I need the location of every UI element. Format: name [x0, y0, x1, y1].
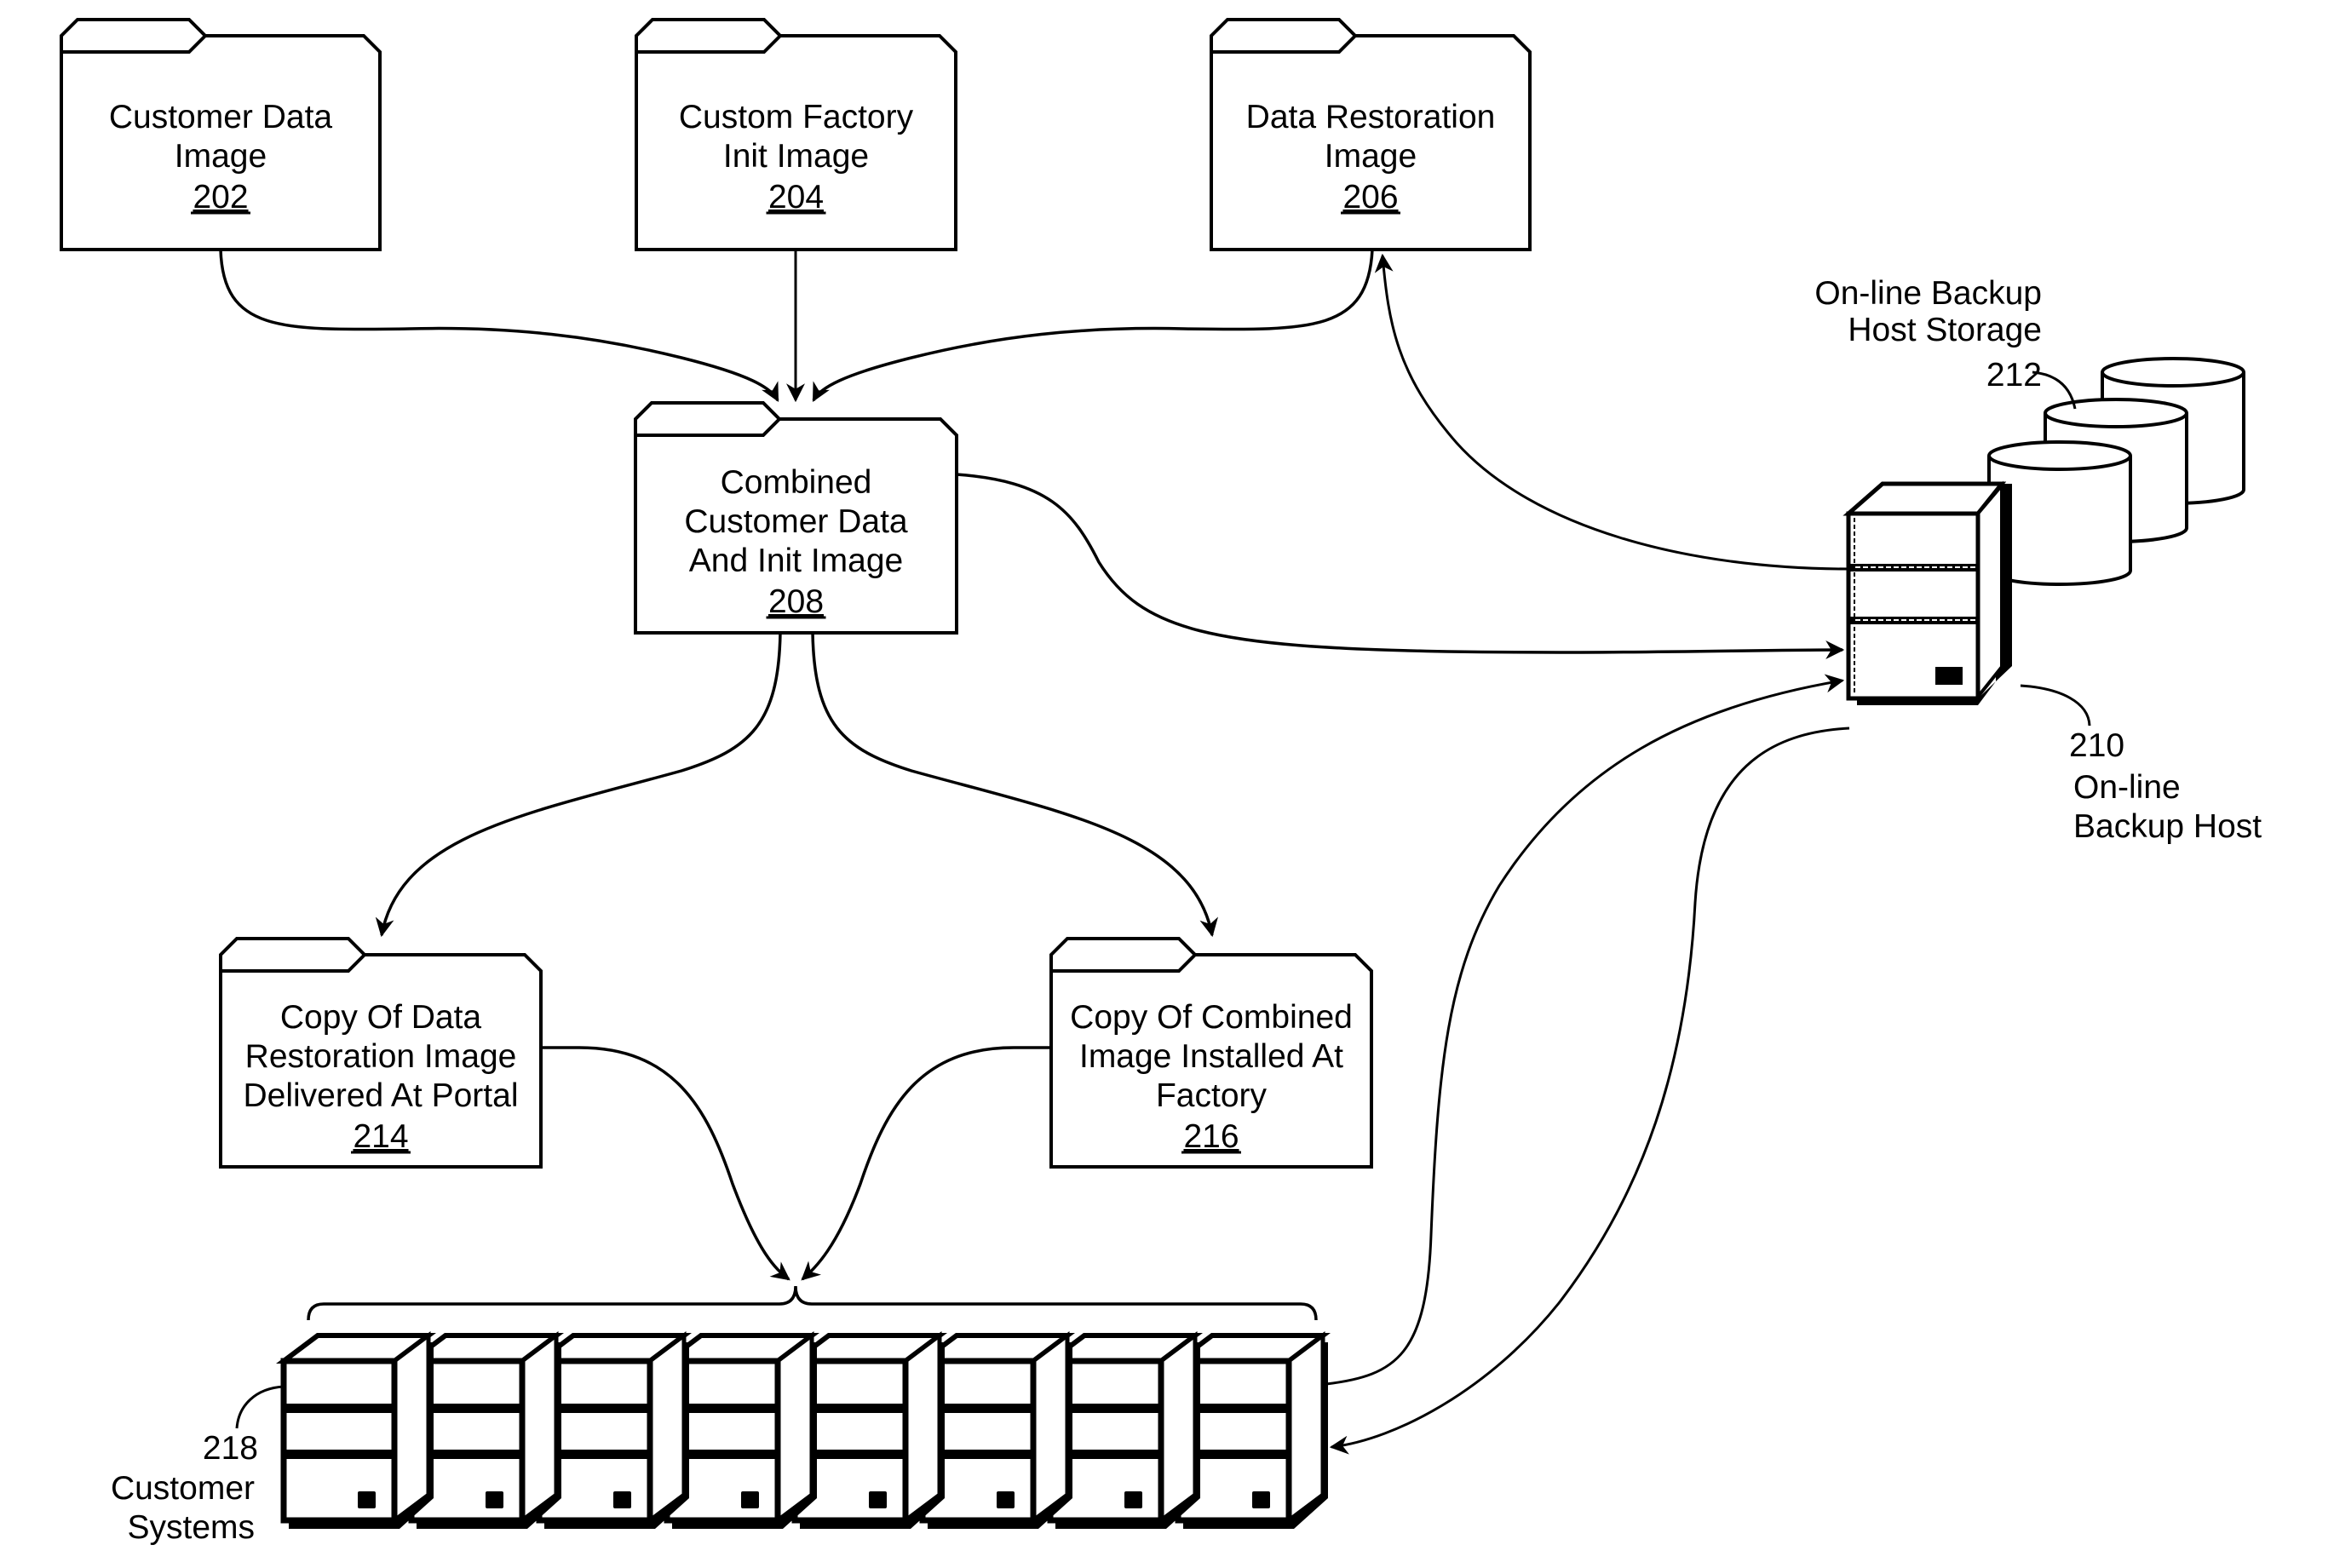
server-status-light — [1935, 667, 1963, 685]
connector-206-to-208 — [812, 249, 1374, 402]
customer-system[interactable] — [404, 1331, 564, 1529]
system-status-light — [358, 1491, 376, 1508]
folder-214-title-line: Copy Of Data — [280, 999, 482, 1036]
host-label-line-1: On-line — [2073, 769, 2181, 806]
customer-system[interactable] — [659, 1331, 819, 1529]
system-side-face — [520, 1331, 559, 1525]
customer-system[interactable] — [276, 1331, 436, 1529]
cylinder-top — [1987, 440, 2132, 471]
system-status-light — [1252, 1491, 1270, 1508]
customer-systems-label-line-2: Systems — [127, 1509, 255, 1546]
folder-206-title-line: Data Restoration — [1246, 99, 1496, 135]
folder-206-title-line: Image — [1325, 138, 1417, 175]
system-status-light — [869, 1491, 887, 1508]
system-side-face — [647, 1331, 687, 1525]
server-side-face — [1976, 480, 2003, 702]
diagram-canvas: Customer DataImage202Custom FactoryInit … — [60, 18, 2262, 1546]
server-top-face — [1842, 481, 2007, 516]
folder-208-ref-number: 208 — [768, 583, 824, 620]
system-side-face — [1031, 1331, 1070, 1525]
connections — [219, 249, 1850, 1455]
customer-systems-ref-number: 218 — [203, 1430, 258, 1467]
system-side-face — [903, 1331, 942, 1525]
folder-214-title-line: Delivered At Portal — [244, 1077, 519, 1114]
connector-208-to-214 — [375, 632, 782, 938]
folder-216-title-line: Copy Of Combined — [1070, 999, 1353, 1036]
leader-218 — [235, 1385, 285, 1429]
connector-216-to-218 — [801, 1046, 1051, 1281]
system-bay-divider — [284, 1450, 394, 1459]
connector-218-to-210 — [1325, 674, 1845, 1386]
leader-210 — [2020, 684, 2091, 727]
system-status-light — [1124, 1491, 1142, 1508]
storage-label-line-2: Host Storage — [1848, 312, 2042, 348]
folder-214-title-line: Restoration Image — [245, 1038, 517, 1075]
system-status-light — [997, 1491, 1015, 1508]
customer-systems-brace — [307, 1285, 1318, 1321]
folder-206-ref-number: 206 — [1342, 179, 1398, 215]
folder-204-title-line: Init Image — [723, 138, 869, 175]
system-side-face — [1158, 1331, 1198, 1525]
customer-system[interactable] — [787, 1331, 947, 1529]
folder-216-title-line: Image Installed At — [1079, 1038, 1343, 1075]
cylinder-top — [2101, 357, 2245, 388]
cylinder-top — [2044, 398, 2188, 428]
host-ref-number: 210 — [2069, 727, 2124, 764]
system-status-light — [486, 1491, 503, 1508]
folder-216-title-line: Factory — [1156, 1077, 1268, 1114]
folder-216-ref-number: 216 — [1183, 1118, 1239, 1155]
folder-204-title-line: Custom Factory — [679, 99, 914, 135]
folder-202-title-line: Customer Data — [109, 99, 333, 135]
customer-system[interactable] — [1043, 1331, 1203, 1529]
connector-210-to-218 — [1329, 727, 1850, 1455]
folder-204[interactable]: Custom FactoryInit Image 204 — [635, 18, 957, 251]
folder-214-ref-number: 214 — [353, 1118, 408, 1155]
system-status-light — [613, 1491, 631, 1508]
connector-208-to-216 — [811, 632, 1218, 938]
customer-systems-label: 218 Customer Systems — [111, 1430, 258, 1546]
customer-system[interactable] — [532, 1331, 692, 1529]
folder-206[interactable]: Data RestorationImage 206 — [1210, 18, 1532, 251]
folder-202-title-line: Image — [175, 138, 267, 175]
folder-group: Customer DataImage202Custom FactoryInit … — [60, 18, 1532, 1169]
connector-214-to-218 — [541, 1046, 790, 1281]
folder-208-title-line: Combined — [721, 464, 872, 501]
system-side-face — [1286, 1331, 1325, 1525]
customer-system[interactable] — [915, 1331, 1075, 1529]
folder-204-ref-number: 204 — [768, 179, 824, 215]
host-label-line-2: Backup Host — [2073, 808, 2262, 845]
customer-systems-label-line-1: Customer — [111, 1470, 255, 1507]
folder-202[interactable]: Customer DataImage 202 — [60, 18, 382, 251]
backup-host-server[interactable] — [1842, 480, 2012, 705]
customer-system[interactable] — [1170, 1331, 1331, 1529]
storage-ref-number: 212 — [1986, 357, 2042, 393]
system-side-face — [775, 1331, 814, 1525]
system-status-light — [741, 1491, 759, 1508]
connector-210-to-206 — [1374, 253, 1850, 571]
connector-202-to-208 — [219, 249, 779, 402]
system-bay-divider — [284, 1404, 394, 1413]
system-front-face — [280, 1358, 398, 1524]
folder-208-title-line: Customer Data — [684, 503, 908, 540]
storage-label: On-line Backup Host Storage 212 — [1814, 275, 2042, 393]
folder-208[interactable]: CombinedCustomer DataAnd Init Image 208 — [634, 401, 958, 635]
connector-208-to-210 — [956, 473, 1845, 660]
storage-label-line-1: On-line Backup — [1814, 275, 2042, 312]
folder-216[interactable]: Copy Of CombinedImage Installed AtFactor… — [1049, 937, 1373, 1169]
host-label: 210 On-line Backup Host — [2069, 727, 2262, 845]
folder-214[interactable]: Copy Of DataRestoration ImageDelivered A… — [219, 937, 543, 1169]
system-side-face — [392, 1331, 431, 1525]
customer-systems — [276, 1331, 1331, 1529]
folder-202-ref-number: 202 — [193, 179, 248, 215]
folder-208-title-line: And Init Image — [689, 543, 903, 579]
